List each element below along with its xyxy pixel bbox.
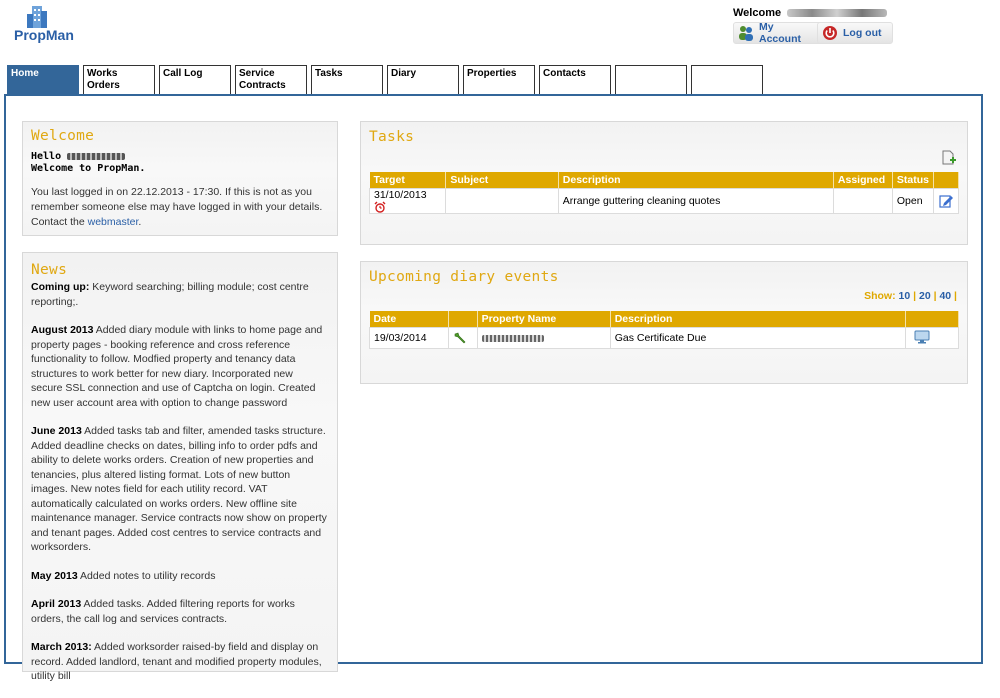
column-header-assigned[interactable]: Assigned — [833, 172, 893, 189]
column-header-type — [448, 311, 478, 328]
building-logo-icon — [27, 6, 47, 28]
news-item: August 2013 Added diary module with link… — [31, 323, 327, 410]
welcome-title: Welcome — [31, 128, 95, 144]
news-item: April 2013 Added tasks. Added filtering … — [31, 597, 327, 626]
tab-empty-2[interactable] — [691, 65, 763, 94]
tab-empty-1[interactable] — [615, 65, 687, 94]
column-header-status[interactable]: Status — [892, 172, 934, 189]
show-label: Show: — [864, 290, 896, 302]
news-item: March 2013: Added worksorder raised-by f… — [31, 640, 327, 684]
logo-text: PropMan — [14, 27, 74, 43]
table-header-row: Target Subject Description Assigned Stat… — [369, 172, 960, 189]
my-account-button[interactable]: My Account — [733, 21, 823, 45]
task-target-cell: 31/10/2013 — [368, 187, 447, 215]
tab-contacts[interactable]: Contacts — [539, 65, 611, 94]
task-assigned-cell — [832, 187, 893, 215]
task-edit-cell — [932, 187, 960, 215]
show-count-selector: Show: 10 | 20 | 40 | — [864, 290, 957, 302]
table-row[interactable]: 19/03/2014 Gas Certificate Due — [369, 327, 960, 349]
tasks-title: Tasks — [369, 129, 415, 145]
power-icon — [822, 25, 838, 41]
hello-prefix: Hello — [31, 151, 62, 162]
login-note-tail: . — [138, 216, 142, 228]
tab-service-contracts[interactable]: Service Contracts — [235, 65, 307, 94]
alarm-clock-icon — [374, 201, 386, 213]
show-20-link[interactable]: 20 — [919, 290, 931, 302]
column-header-actions — [933, 172, 960, 189]
news-panel: News Coming up: Keyword searching; billi… — [22, 252, 338, 682]
column-header-subject[interactable]: Subject — [445, 172, 559, 189]
webmaster-link[interactable]: webmaster — [88, 216, 139, 228]
news-item: Coming up: Keyword searching; billing mo… — [31, 280, 327, 309]
tab-properties[interactable]: Properties — [463, 65, 535, 94]
news-item-heading: May 2013 — [31, 569, 78, 582]
news-list: Coming up: Keyword searching; billing mo… — [31, 280, 327, 698]
welcome-user: Welcome — [733, 7, 888, 19]
diary-table: Date Property Name Description 19/03/201… — [369, 311, 960, 349]
news-item: June 2013 Added tasks tab and filter, am… — [31, 424, 327, 555]
login-note-text: You last logged in on 22.12.2013 - 17:30… — [31, 186, 323, 228]
column-header-property-name[interactable]: Property Name — [477, 311, 611, 328]
news-item-text: Added notes to utility records — [77, 569, 216, 582]
edit-icon[interactable] — [938, 193, 954, 209]
wrench-icon — [453, 331, 473, 345]
welcome-line: Welcome to PropMan. — [31, 163, 146, 174]
main-nav-tabs: Home Works Orders Call Log Service Contr… — [7, 65, 767, 95]
task-subject-cell — [445, 187, 559, 215]
column-header-date[interactable]: Date — [369, 311, 449, 328]
log-out-button[interactable]: Log out — [817, 22, 893, 44]
welcome-panel: Welcome Hello Welcome to PropMan. You la… — [22, 121, 338, 236]
show-10-link[interactable]: 10 — [899, 290, 911, 302]
redacted-property-name[interactable] — [481, 334, 544, 342]
diary-property-cell — [476, 327, 611, 349]
diary-type-cell — [447, 327, 478, 349]
tab-home[interactable]: Home — [7, 65, 79, 94]
diary-description-cell: Gas Certificate Due — [609, 327, 906, 349]
redacted-username-small — [67, 152, 126, 160]
welcome-label: Welcome — [733, 7, 782, 19]
diary-date-cell: 19/03/2014 — [369, 327, 449, 349]
news-item-text: Added diary module with links to home pa… — [31, 324, 323, 409]
column-header-actions — [905, 311, 960, 328]
last-login-note: You last logged in on 22.12.2013 - 17:30… — [31, 185, 327, 230]
tasks-panel: Tasks Target Subject Description Assigne… — [360, 121, 968, 245]
news-item: May 2013 Added notes to utility records — [31, 569, 327, 584]
propman-logo[interactable]: PropMan — [14, 6, 84, 46]
news-item-heading: April 2013 — [31, 598, 82, 610]
tab-works-orders[interactable]: Works Orders — [83, 65, 155, 94]
tasks-table: Target Subject Description Assigned Stat… — [368, 172, 960, 215]
column-header-description[interactable]: Description — [610, 311, 906, 328]
task-target-date: 31/10/2013 — [374, 189, 427, 201]
tab-call-log[interactable]: Call Log — [159, 65, 231, 94]
tab-tasks[interactable]: Tasks — [311, 65, 383, 94]
table-row[interactable]: 31/10/2013 Arrange guttering cleaning qu… — [368, 187, 960, 215]
redacted-username — [787, 9, 888, 18]
news-title: News — [31, 262, 68, 278]
diary-view-cell — [904, 327, 960, 349]
column-header-description[interactable]: Description — [558, 172, 834, 189]
add-task-icon[interactable] — [941, 150, 957, 166]
tab-diary[interactable]: Diary — [387, 65, 459, 94]
monitor-icon[interactable] — [914, 330, 930, 344]
diary-title: Upcoming diary events — [369, 269, 559, 285]
show-40-link[interactable]: 40 — [939, 290, 951, 302]
table-header-row: Date Property Name Description — [369, 311, 960, 328]
log-out-label: Log out — [843, 27, 882, 39]
hello-text: Hello Welcome to PropMan. — [31, 151, 145, 175]
column-header-target[interactable]: Target — [369, 172, 447, 189]
diary-panel: Upcoming diary events Show: 10 | 20 | 40… — [360, 261, 968, 384]
news-item-heading: Coming up: — [31, 281, 90, 293]
news-item-heading: August 2013 — [31, 324, 94, 336]
task-status-cell: Open — [891, 187, 934, 215]
news-item-heading: March 2013: — [31, 641, 92, 653]
my-account-label: My Account — [759, 21, 801, 45]
users-icon — [738, 25, 754, 41]
task-description-cell: Arrange guttering cleaning quotes — [557, 187, 834, 215]
news-item-heading: June 2013 — [31, 425, 82, 437]
news-item-text: Added tasks tab and filter, amended task… — [31, 425, 327, 553]
